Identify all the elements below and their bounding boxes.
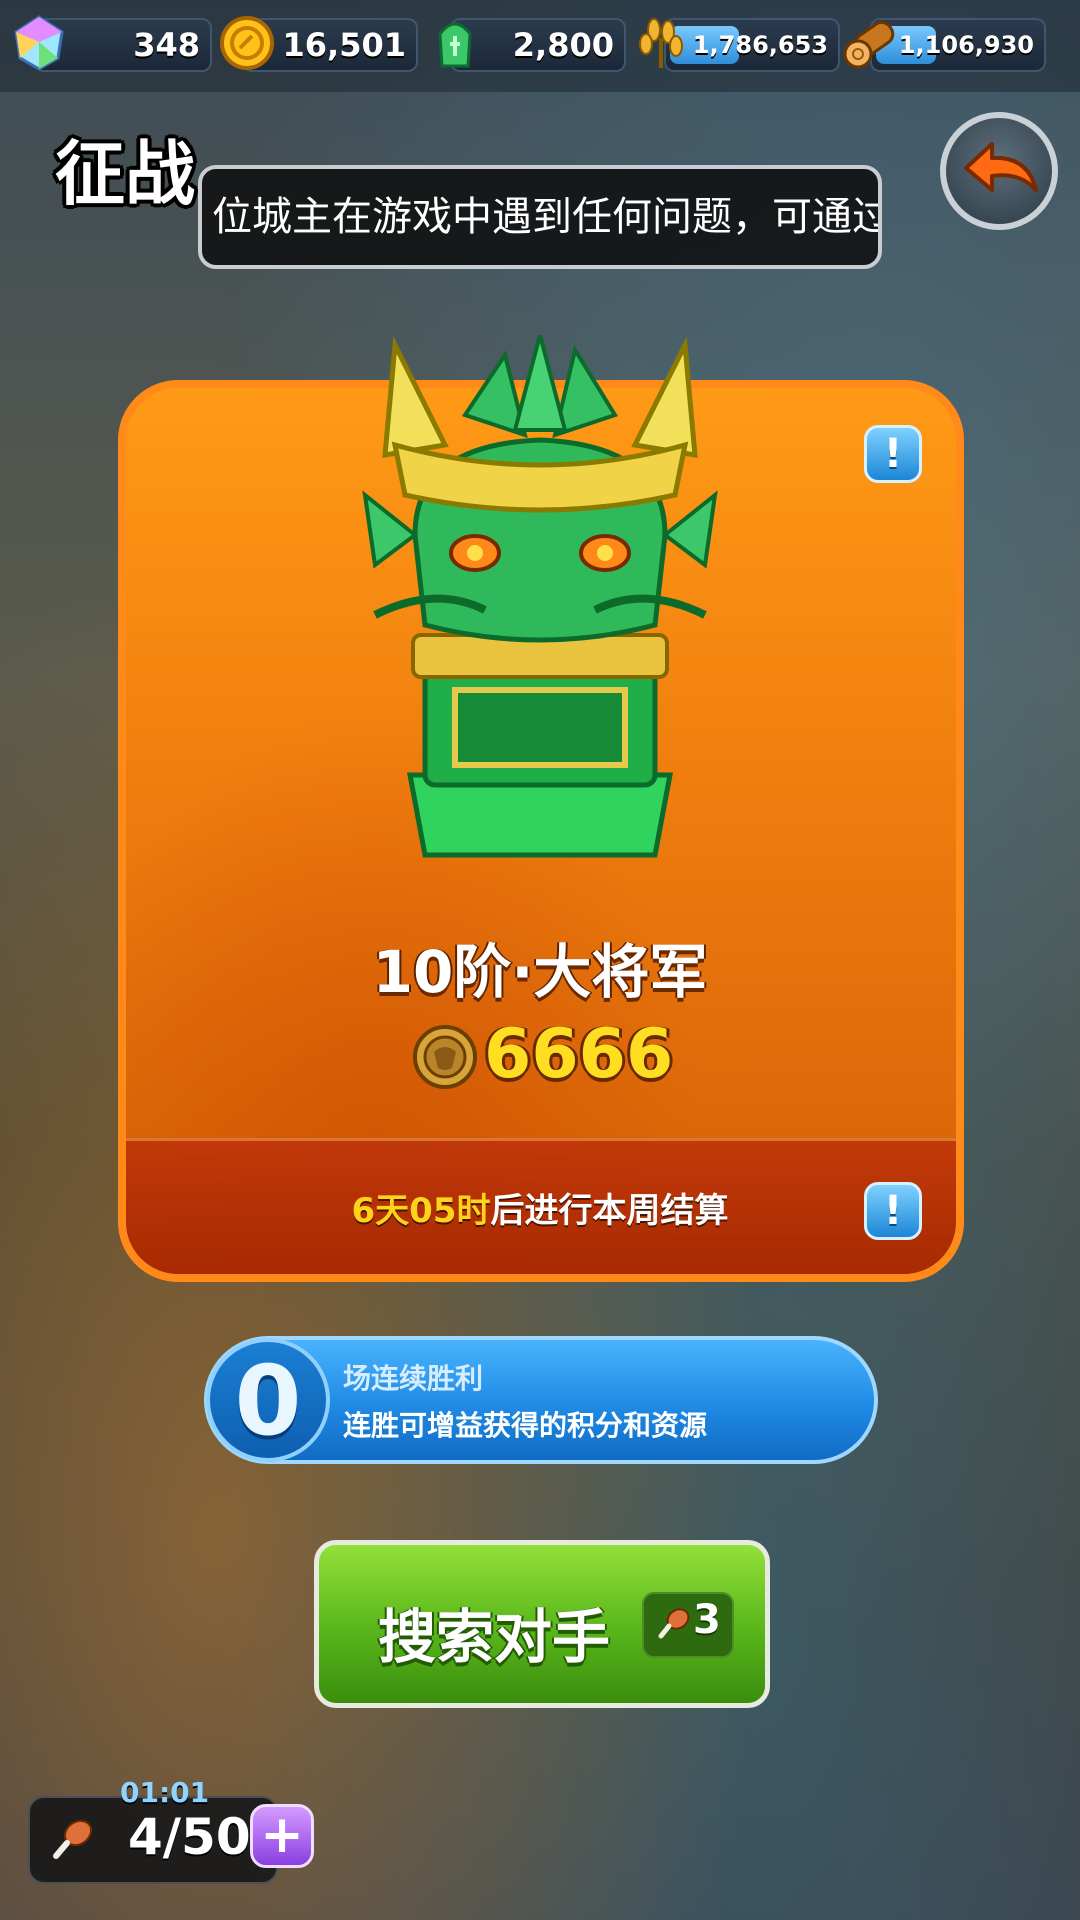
- win-streak-count-badge: 0: [206, 1338, 330, 1462]
- settlement-label: 后进行本周结算: [490, 1191, 729, 1231]
- log-icon: [840, 14, 898, 72]
- settlement-countdown: 6天05时后进行本周结算: [0, 1183, 1080, 1232]
- search-opponent-label: 搜索对手: [378, 1603, 611, 1671]
- trophy-count: 6666: [484, 1015, 674, 1094]
- search-cost-value: 3: [693, 1597, 721, 1643]
- rank-info-button[interactable]: !: [864, 425, 922, 483]
- settlement-time: 6天05时: [351, 1191, 491, 1231]
- plus-icon: +: [260, 1805, 304, 1865]
- back-button[interactable]: [940, 112, 1058, 230]
- jade-icon: [426, 14, 484, 72]
- announcement-marquee[interactable]: 位城主在游戏中遇到任何问题，可通过: [198, 165, 882, 269]
- page-title: 征战: [55, 133, 195, 215]
- win-streak-count: 0: [234, 1345, 302, 1457]
- gold-coin-icon: [218, 14, 276, 72]
- jade-count: 2,800: [512, 26, 614, 64]
- drumstick-icon: [655, 1606, 691, 1642]
- rank-name: 10阶·大将军: [372, 938, 708, 1006]
- resource-food[interactable]: 1,786,653: [664, 18, 840, 72]
- add-stamina-button[interactable]: +: [250, 1804, 314, 1868]
- announcement-text: 位城主在游戏中遇到任何问题，可通过: [212, 194, 882, 240]
- wood-count: 1,106,930: [898, 31, 1034, 59]
- stamina-value: 4/50: [128, 1808, 251, 1866]
- drumstick-icon: [48, 1816, 96, 1864]
- gem-count: 348: [133, 26, 200, 64]
- win-streak-description: 连胜可增益获得的积分和资源: [343, 1409, 708, 1442]
- gold-count: 16,501: [282, 26, 406, 64]
- info-icon: !: [883, 431, 903, 477]
- food-count: 1,786,653: [692, 31, 828, 59]
- win-streak-label: 场连续胜利: [343, 1362, 484, 1395]
- back-arrow-icon: [964, 142, 1038, 192]
- wheat-icon: [632, 14, 690, 72]
- trophy-coin-icon: [412, 1024, 478, 1090]
- rank-emblem-dragon-icon: [355, 327, 725, 865]
- gem-icon: [10, 14, 68, 72]
- stamina-timer: 01:01: [120, 1776, 210, 1809]
